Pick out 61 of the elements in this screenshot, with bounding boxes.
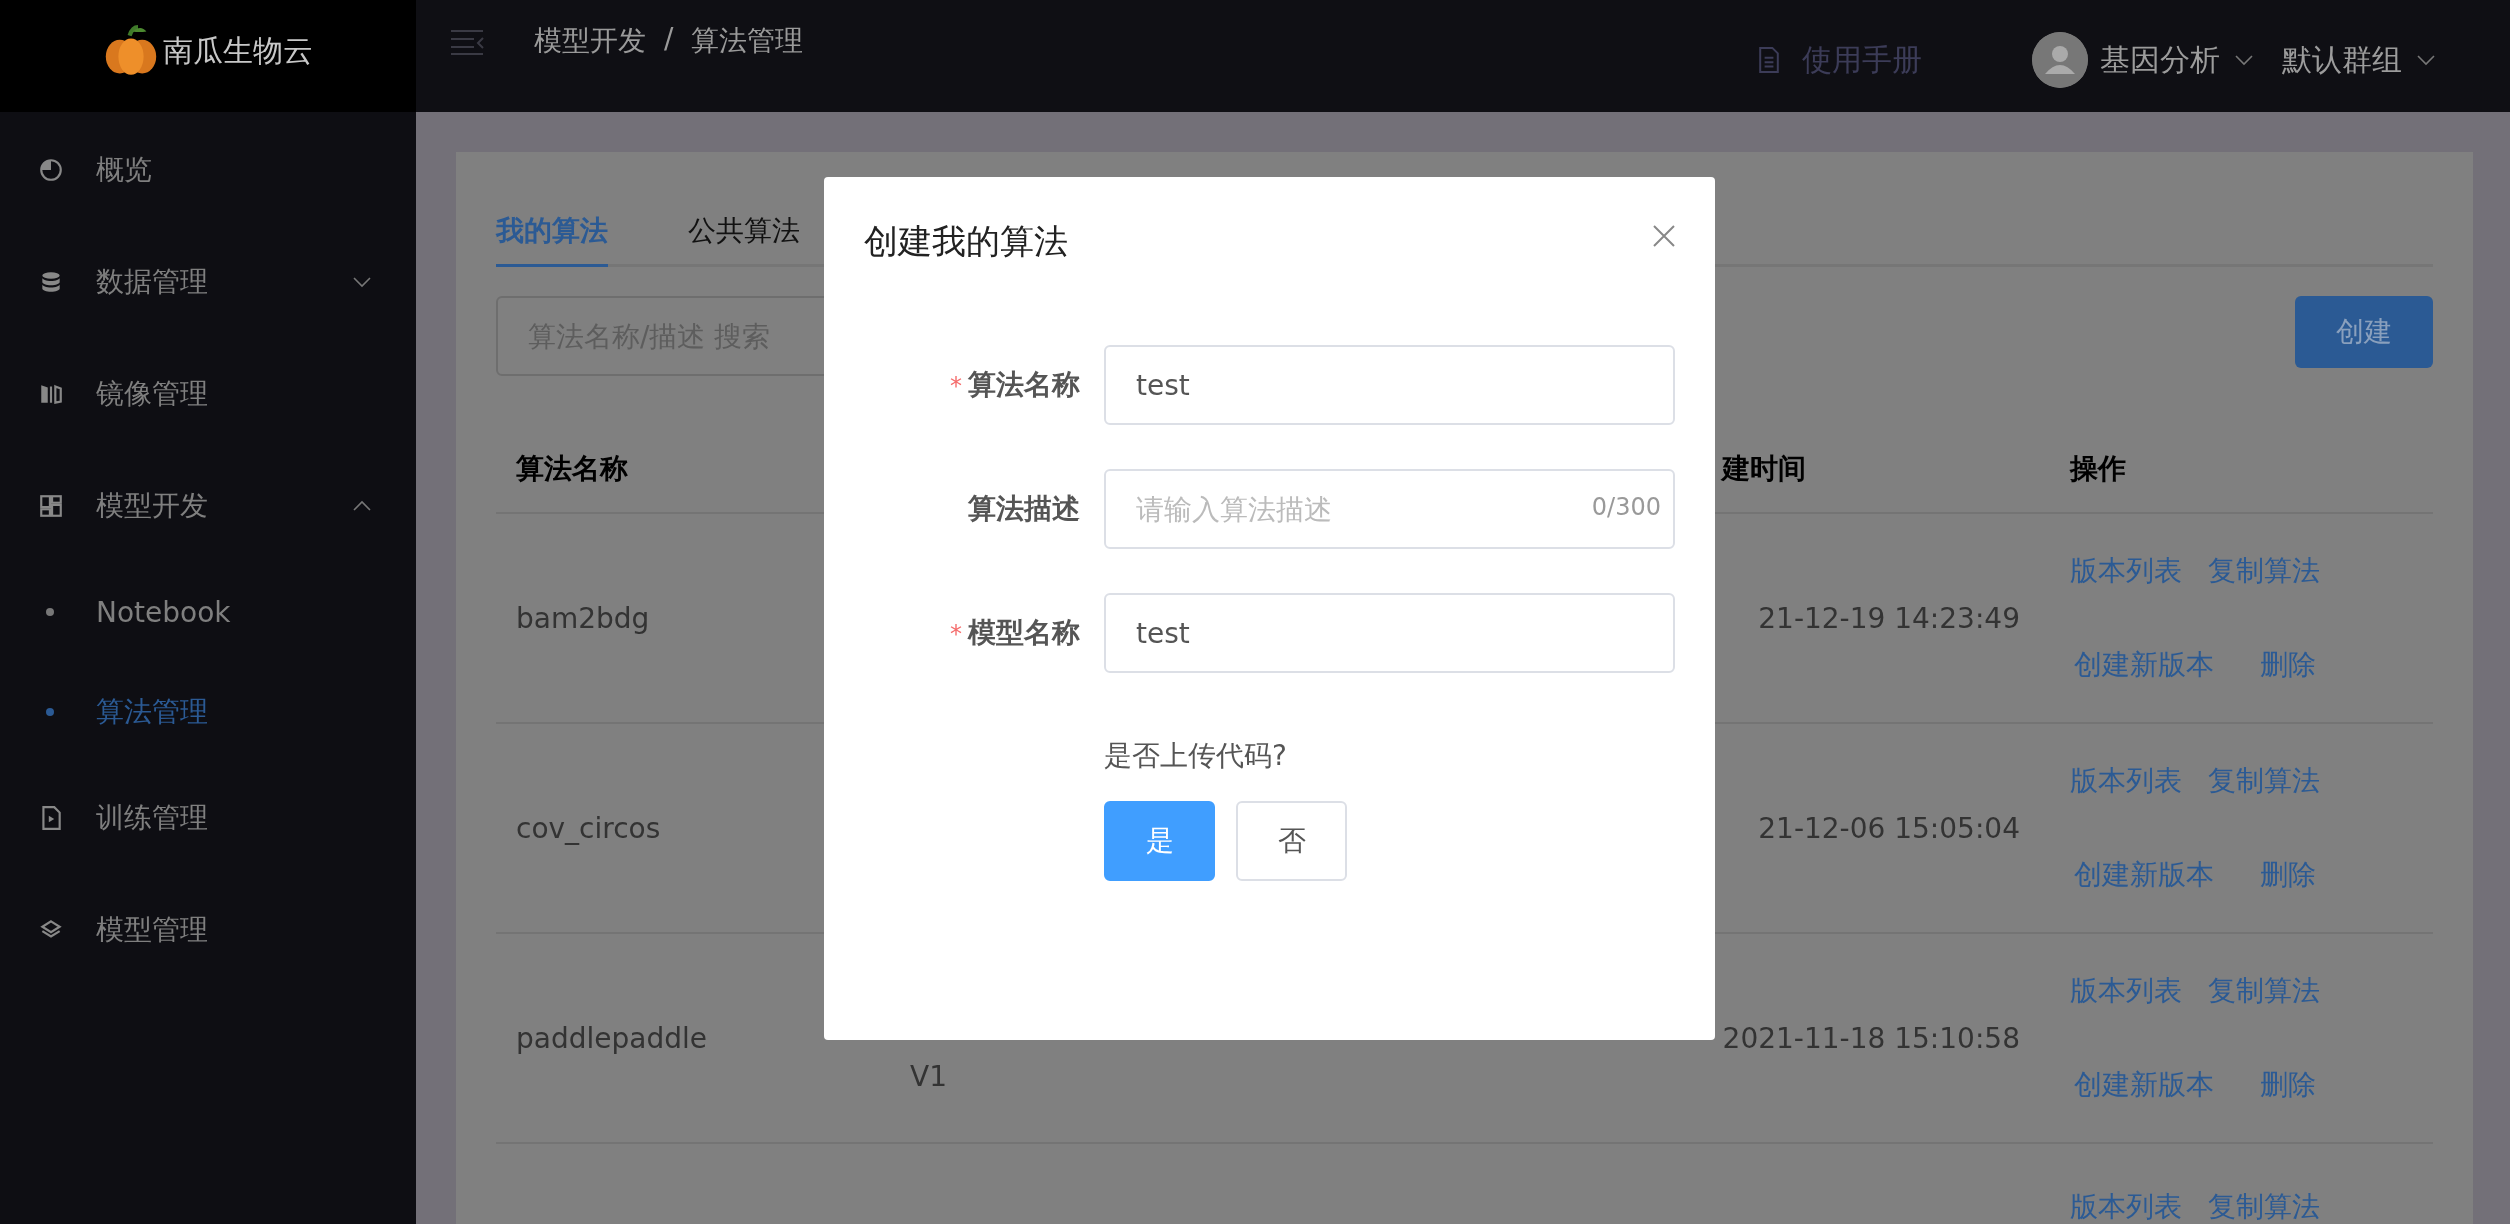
tab[interactable]: 公共算法 — [688, 202, 800, 267]
action-link[interactable]: 创建新版本 — [2074, 646, 2214, 684]
action-link[interactable]: 创建新版本 — [2074, 1066, 2214, 1104]
table-cell: 21-12-19 14:23:49 — [1758, 601, 2020, 635]
sidebar-item[interactable]: 概览 — [0, 114, 416, 226]
action-link[interactable]: 复制算法 — [2208, 1188, 2320, 1224]
sidebar-item[interactable]: 模型开发 — [0, 450, 416, 562]
breadcrumb-separator: / — [664, 22, 674, 57]
user-menu[interactable]: 基因分析 — [2100, 39, 2220, 81]
breadcrumb-item[interactable]: 算法管理 — [691, 22, 804, 60]
action-link[interactable]: 版本列表 — [2070, 972, 2182, 1010]
choice-button[interactable]: 是 — [1104, 801, 1215, 881]
table-cell: V1 — [910, 1059, 947, 1093]
action-link[interactable]: 版本列表 — [2070, 552, 2182, 590]
action-link[interactable]: 删除 — [2260, 646, 2316, 684]
column-header: 建时间 — [1722, 451, 1806, 487]
create-button[interactable]: 创建 — [2295, 296, 2433, 368]
input-field[interactable]: test — [1104, 345, 1675, 425]
sidebar-item[interactable]: Notebook — [0, 562, 416, 662]
field-label: 模型名称 — [968, 616, 1080, 649]
table-cell: 2021-11-18 15:10:58 — [1722, 1021, 2020, 1055]
sidebar-item[interactable]: 模型管理 — [0, 874, 416, 986]
action-link[interactable]: 版本列表 — [2070, 762, 2182, 800]
input-field[interactable]: test — [1104, 593, 1675, 673]
breadcrumb-item[interactable]: 模型开发 — [534, 22, 646, 60]
table-cell: paddlepaddle — [516, 1021, 707, 1055]
tab[interactable]: 我的算法 — [496, 202, 608, 267]
caret-up-icon — [352, 500, 372, 512]
pie-chart-icon — [38, 157, 64, 183]
sidebar-item[interactable]: 数据管理 — [0, 226, 416, 338]
sidebar-item[interactable]: 训练管理 — [0, 762, 416, 874]
field-label: 算法描述 — [968, 492, 1080, 525]
action-link[interactable]: 复制算法 — [2208, 972, 2320, 1010]
column-header: 算法名称 — [516, 451, 628, 487]
sidebar-item[interactable]: 镜像管理 — [0, 338, 416, 450]
action-link[interactable]: 创建新版本 — [2074, 856, 2214, 894]
char-counter: 0/300 — [1591, 493, 1661, 521]
action-link[interactable]: 删除 — [2260, 1066, 2316, 1104]
action-link[interactable]: 复制算法 — [2208, 552, 2320, 590]
avatar-icon[interactable] — [2032, 32, 2088, 88]
action-link[interactable]: 复制算法 — [2208, 762, 2320, 800]
choice-button[interactable]: 否 — [1236, 801, 1347, 881]
logo-text: 南瓜生物云 — [163, 31, 313, 70]
caret-down-icon — [2234, 53, 2254, 66]
manual-link[interactable]: 使用手册 — [1802, 39, 1922, 81]
column-header: 操作 — [2070, 451, 2126, 487]
caret-down-icon — [352, 276, 372, 288]
action-link[interactable]: 删除 — [2260, 856, 2316, 894]
table-cell: cov_circos — [516, 811, 661, 845]
dialog-title: 创建我的算法 — [864, 220, 1068, 263]
action-link[interactable]: 版本列表 — [2070, 1188, 2182, 1224]
group-menu[interactable]: 默认群组 — [2282, 39, 2402, 81]
document-icon — [1758, 46, 1780, 74]
required-mark: * — [950, 620, 962, 648]
caret-down-icon — [2416, 53, 2436, 66]
question-text: 是否上传代码? — [1104, 738, 1288, 774]
layout-icon — [38, 493, 64, 519]
table-cell: 21-12-06 15:05:04 — [1758, 811, 2020, 845]
close-icon[interactable] — [1653, 225, 1675, 247]
table-cell: bam2bdg — [516, 601, 650, 635]
sidebar-item[interactable]: 算法管理 — [0, 662, 416, 762]
